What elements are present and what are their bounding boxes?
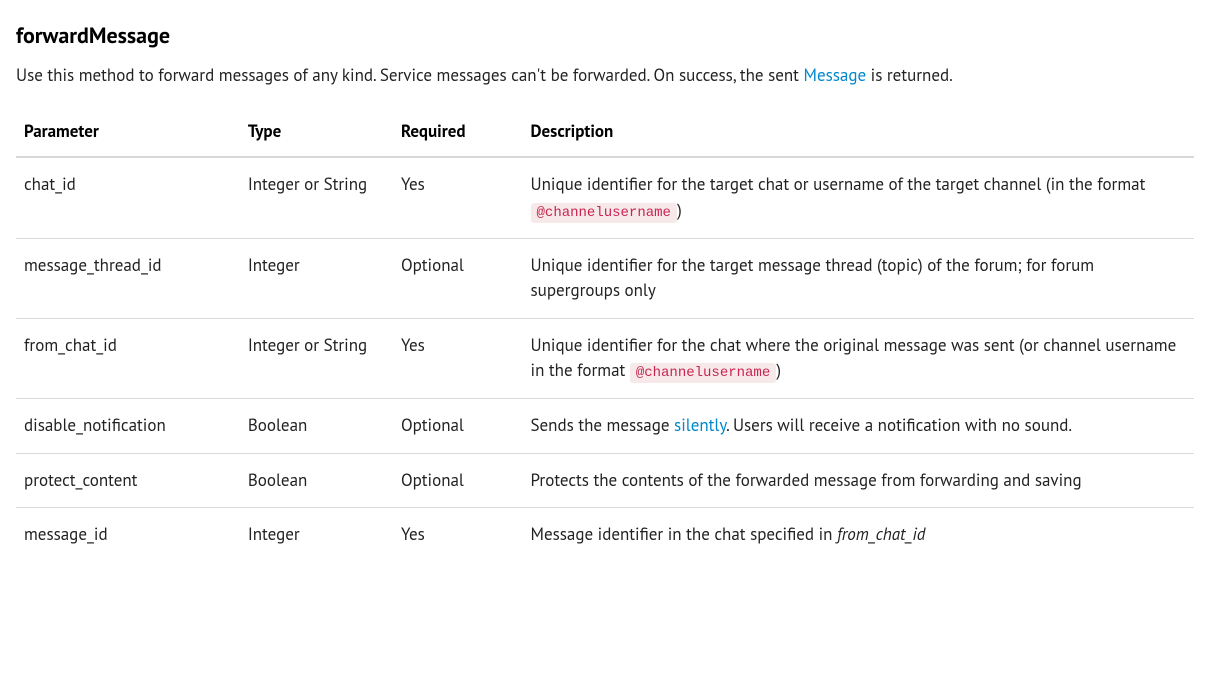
param-type: Integer <box>240 238 393 318</box>
param-description: Sends the message silently. Users will r… <box>523 399 1194 454</box>
header-type: Type <box>240 109 393 158</box>
param-type: Integer or String <box>240 157 393 238</box>
param-description: Unique identifier for the target message… <box>523 238 1194 318</box>
table-row: protect_content Boolean Optional Protect… <box>16 453 1194 508</box>
table-row: message_id Integer Yes Message identifie… <box>16 508 1194 562</box>
parameters-table: Parameter Type Required Description chat… <box>16 109 1194 562</box>
table-row: from_chat_id Integer or String Yes Uniqu… <box>16 318 1194 399</box>
table-header-row: Parameter Type Required Description <box>16 109 1194 158</box>
param-name: from_chat_id <box>16 318 240 399</box>
header-parameter: Parameter <box>16 109 240 158</box>
desc-em: from_chat_id <box>837 523 925 545</box>
desc-text: Message identifier in the chat specified… <box>531 523 837 545</box>
method-title: forwardMessage <box>16 20 1194 53</box>
param-description: Unique identifier for the chat where the… <box>523 318 1194 399</box>
param-required: Yes <box>393 508 523 562</box>
inline-code: @channelusername <box>531 203 677 223</box>
header-required: Required <box>393 109 523 158</box>
desc-text: Sends the message <box>531 414 675 436</box>
param-type: Boolean <box>240 399 393 454</box>
param-name: disable_notification <box>16 399 240 454</box>
desc-text: ) <box>677 199 682 221</box>
table-row: message_thread_id Integer Optional Uniqu… <box>16 238 1194 318</box>
param-type: Integer or String <box>240 318 393 399</box>
desc-text: Unique identifier for the target chat or… <box>531 173 1146 195</box>
param-name: message_id <box>16 508 240 562</box>
param-description: Unique identifier for the target chat or… <box>523 157 1194 238</box>
param-name: protect_content <box>16 453 240 508</box>
param-type: Integer <box>240 508 393 562</box>
param-type: Boolean <box>240 453 393 508</box>
inline-code: @channelusername <box>630 363 776 383</box>
param-required: Optional <box>393 399 523 454</box>
intro-text-before: Use this method to forward messages of a… <box>16 64 804 86</box>
param-name: chat_id <box>16 157 240 238</box>
desc-text: ) <box>776 359 781 381</box>
param-required: Optional <box>393 453 523 508</box>
message-link[interactable]: Message <box>804 64 867 86</box>
param-required: Optional <box>393 238 523 318</box>
table-row: chat_id Integer or String Yes Unique ide… <box>16 157 1194 238</box>
param-required: Yes <box>393 318 523 399</box>
param-name: message_thread_id <box>16 238 240 318</box>
header-description: Description <box>523 109 1194 158</box>
silently-link[interactable]: silently <box>674 414 726 436</box>
param-required: Yes <box>393 157 523 238</box>
table-row: disable_notification Boolean Optional Se… <box>16 399 1194 454</box>
method-intro: Use this method to forward messages of a… <box>16 63 1194 89</box>
desc-text: Unique identifier for the chat where the… <box>531 334 1177 382</box>
param-description: Message identifier in the chat specified… <box>523 508 1194 562</box>
intro-text-after: is returned. <box>866 64 953 86</box>
param-description: Protects the contents of the forwarded m… <box>523 453 1194 508</box>
desc-text: . Users will receive a notification with… <box>726 414 1072 436</box>
